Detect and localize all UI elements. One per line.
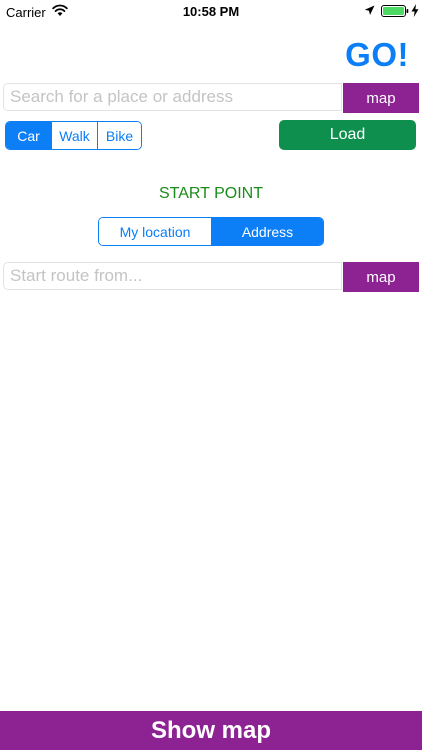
start-route-row: map <box>3 262 419 292</box>
mode-walk-segment[interactable]: Walk <box>51 122 97 149</box>
charging-bolt-icon <box>411 4 419 17</box>
start-route-map-button[interactable]: map <box>343 262 419 292</box>
app-title: GO! <box>345 36 409 73</box>
mode-bike-segment[interactable]: Bike <box>97 122 141 149</box>
search-map-button[interactable]: map <box>343 83 419 113</box>
start-route-input[interactable] <box>3 262 342 290</box>
battery-icon <box>381 5 409 17</box>
load-button[interactable]: Load <box>279 120 416 150</box>
show-map-button[interactable]: Show map <box>0 711 422 750</box>
mode-car-segment[interactable]: Car <box>6 122 51 149</box>
start-address-segment[interactable]: Address <box>211 218 323 245</box>
status-time: 10:58 PM <box>182 4 240 19</box>
location-arrow-icon <box>364 5 375 15</box>
search-input[interactable] <box>3 83 342 111</box>
status-bar: Carrier 10:58 PM <box>0 0 422 24</box>
start-my-location-segment[interactable]: My location <box>99 218 211 245</box>
transport-mode-segmented-control: Car Walk Bike <box>5 121 142 150</box>
search-row: map <box>3 83 419 113</box>
start-point-title: START POINT <box>158 185 263 202</box>
start-point-segmented-control: My location Address <box>98 217 324 246</box>
